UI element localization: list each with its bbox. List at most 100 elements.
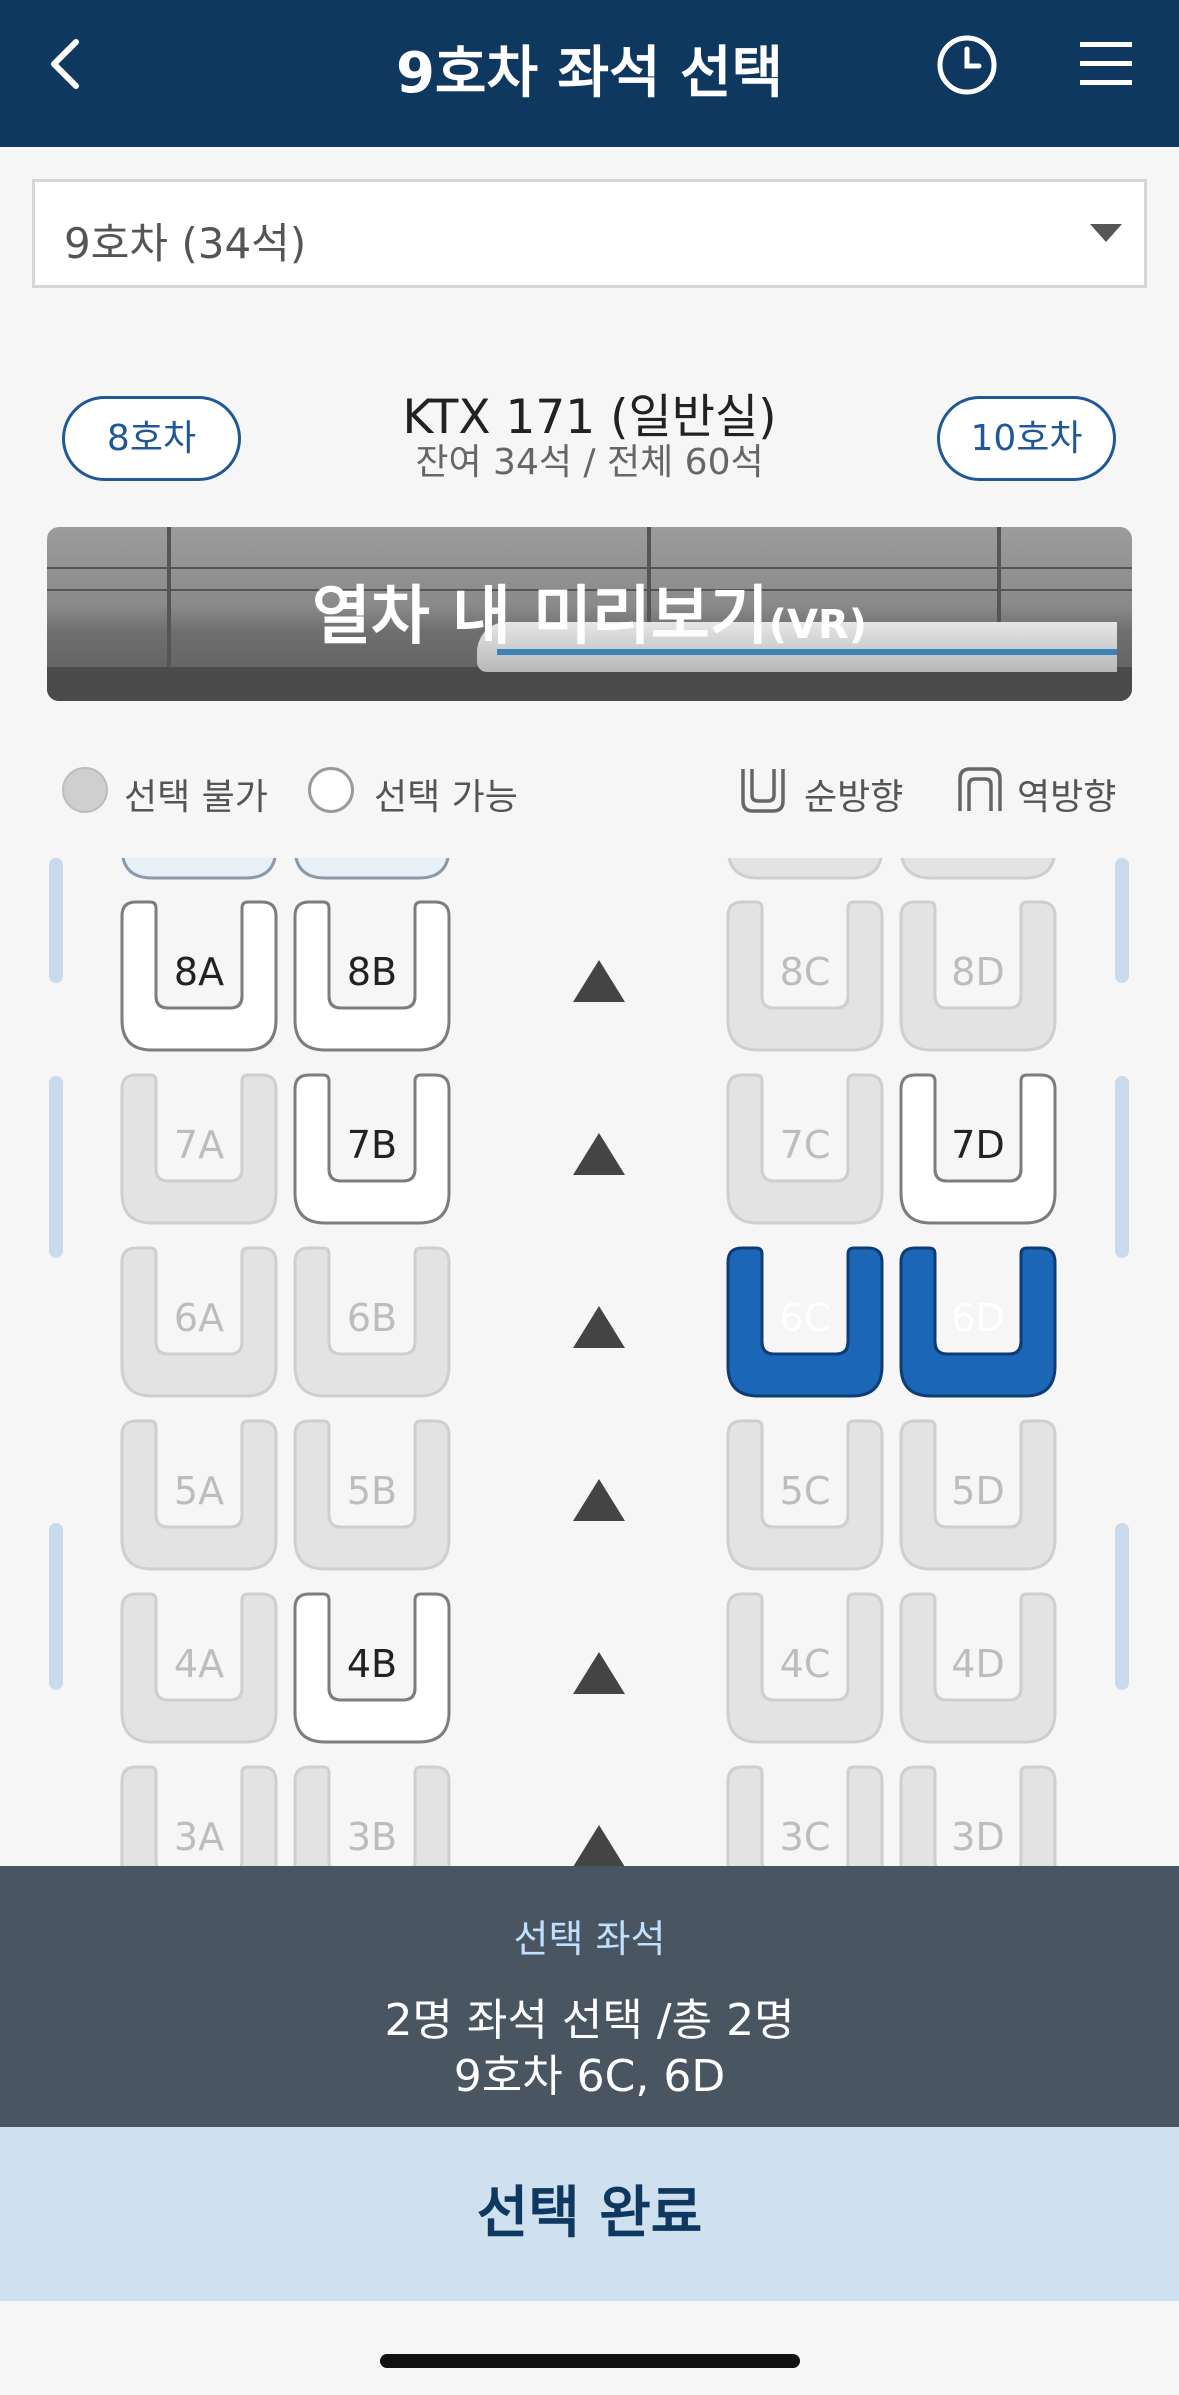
- seat-label: 7D: [951, 1123, 1005, 1167]
- window-rail: [1115, 1523, 1129, 1690]
- legend-forward-label: 순방향: [804, 777, 904, 818]
- window-rail: [1115, 1076, 1129, 1258]
- available-dot-icon: [308, 767, 354, 813]
- seat-5b: 5B: [293, 1419, 451, 1571]
- next-car-button[interactable]: 10호차: [937, 396, 1116, 481]
- seat-label: 6C: [779, 1296, 831, 1340]
- legend-forward: 순방향: [738, 762, 918, 818]
- seat-label: 4D: [951, 1642, 1005, 1686]
- legend-backward: 역방향: [955, 762, 1135, 818]
- direction-arrow-icon: [573, 960, 625, 1002]
- home-indicator: [380, 2354, 800, 2368]
- window-rail: [49, 1523, 63, 1690]
- seat-6b: 6B: [293, 1246, 451, 1398]
- vr-label-suffix: (VR): [768, 602, 868, 648]
- seat-shape: [294, 858, 450, 880]
- seat-5c: 5C: [726, 1419, 884, 1571]
- direction-arrow-icon: [573, 1479, 625, 1521]
- banner-ground: [47, 667, 1132, 701]
- seat-label: 3D: [951, 1815, 1005, 1859]
- seat-7b[interactable]: 7B: [293, 1073, 451, 1225]
- seat-4d: 4D: [899, 1592, 1057, 1744]
- direction-arrow-icon: [573, 1133, 625, 1175]
- seat-label: 6B: [346, 1296, 398, 1340]
- seat-3a: 3A: [120, 1765, 278, 1866]
- seat-label: 7C: [779, 1123, 831, 1167]
- seat-label: 3C: [779, 1815, 831, 1859]
- seat-label: 8A: [173, 950, 225, 994]
- selection-title: 선택 좌석: [513, 1917, 666, 1961]
- selection-count: 2명 좌석 선택 /총 2명: [384, 1995, 795, 2046]
- seat-shape: [727, 858, 883, 880]
- backward-seat-icon: [958, 767, 1002, 811]
- page-title: 9호차 좌석 선택: [395, 41, 784, 106]
- seat-3d: 3D: [899, 1765, 1057, 1866]
- seat-label: 5C: [779, 1469, 831, 1513]
- car-select-value: 9호차 (34석): [64, 219, 307, 268]
- seat-label: 7B: [346, 1123, 398, 1167]
- vr-preview-banner[interactable]: 열차 내 미리보기(VR): [47, 527, 1132, 701]
- seat-8c: 8C: [726, 900, 884, 1052]
- seat-map: 8A 8B 8C 8D 7A 7B 7C 7D 6A 6B 6C 6D 5A 5B 5C 5D 4A 4B 4C 4D…: [0, 858, 1179, 1866]
- seat-4a: 4A: [120, 1592, 278, 1744]
- complete-selection-button[interactable]: 선택 완료: [0, 2127, 1179, 2301]
- legend-unavailable-label: 선택 불가: [124, 777, 268, 818]
- seat-label: 4A: [173, 1642, 225, 1686]
- seat-3b: 3B: [293, 1765, 451, 1866]
- car-select-dropdown[interactable]: 9호차 (34석): [32, 179, 1147, 288]
- seat-6c[interactable]: 6C: [726, 1246, 884, 1398]
- seat-5d: 5D: [899, 1419, 1057, 1571]
- seat-shape: [900, 858, 1056, 880]
- direction-arrow-icon: [573, 1825, 625, 1866]
- menu-icon[interactable]: [1078, 36, 1134, 92]
- seat-4b[interactable]: 4B: [293, 1592, 451, 1744]
- forward-seat-icon: [741, 769, 785, 813]
- clock-icon[interactable]: [935, 33, 999, 97]
- window-rail: [49, 858, 63, 983]
- seat-label: 3B: [346, 1815, 398, 1859]
- seat-label: 8D: [951, 950, 1005, 994]
- legend-available-label: 선택 가능: [374, 777, 518, 818]
- seat-partial: [120, 858, 278, 880]
- seat-label: 6A: [173, 1296, 225, 1340]
- seat-7a: 7A: [120, 1073, 278, 1225]
- seat-label: 8B: [346, 950, 398, 994]
- seat-7c: 7C: [726, 1073, 884, 1225]
- seat-6d[interactable]: 6D: [899, 1246, 1057, 1398]
- seat-label: 6D: [951, 1296, 1005, 1340]
- window-rail: [1115, 858, 1129, 983]
- legend-available: 선택 가능: [308, 762, 548, 818]
- seat-5a: 5A: [120, 1419, 278, 1571]
- seat-6a: 6A: [120, 1246, 278, 1398]
- direction-arrow-icon: [573, 1652, 625, 1694]
- seat-partial: [899, 858, 1057, 880]
- seat-label: 5D: [951, 1469, 1005, 1513]
- direction-arrow-icon: [573, 1306, 625, 1348]
- seat-partial: [726, 858, 884, 880]
- seat-partial: [293, 858, 451, 880]
- seat-8b[interactable]: 8B: [293, 900, 451, 1052]
- selection-panel: 선택 좌석 2명 좌석 선택 /총 2명 9호차 6C, 6D: [0, 1866, 1179, 2127]
- seat-label: 3A: [173, 1815, 225, 1859]
- unavailable-dot-icon: [62, 767, 108, 813]
- seat-shape: [121, 858, 277, 880]
- header: 9호차 좌석 선택: [0, 0, 1179, 147]
- seat-7d[interactable]: 7D: [899, 1073, 1057, 1225]
- seat-label: 5A: [173, 1469, 225, 1513]
- legend-unavailable: 선택 불가: [62, 762, 302, 818]
- seat-8d: 8D: [899, 900, 1057, 1052]
- selected-seats: 9호차 6C, 6D: [453, 2051, 726, 2102]
- window-rail: [49, 1076, 63, 1258]
- vr-banner-label: 열차 내 미리보기(VR): [47, 565, 1132, 657]
- seat-label: 8C: [779, 950, 831, 994]
- seat-8a[interactable]: 8A: [120, 900, 278, 1052]
- legend-backward-label: 역방향: [1017, 777, 1117, 818]
- seat-label: 4B: [346, 1642, 398, 1686]
- seat-label: 5B: [346, 1469, 398, 1513]
- seat-label: 7A: [173, 1123, 225, 1167]
- vr-label-text: 열차 내 미리보기: [311, 580, 769, 654]
- seat-4c: 4C: [726, 1592, 884, 1744]
- seat-3c: 3C: [726, 1765, 884, 1866]
- chevron-down-icon: [1090, 224, 1122, 242]
- seat-label: 4C: [779, 1642, 831, 1686]
